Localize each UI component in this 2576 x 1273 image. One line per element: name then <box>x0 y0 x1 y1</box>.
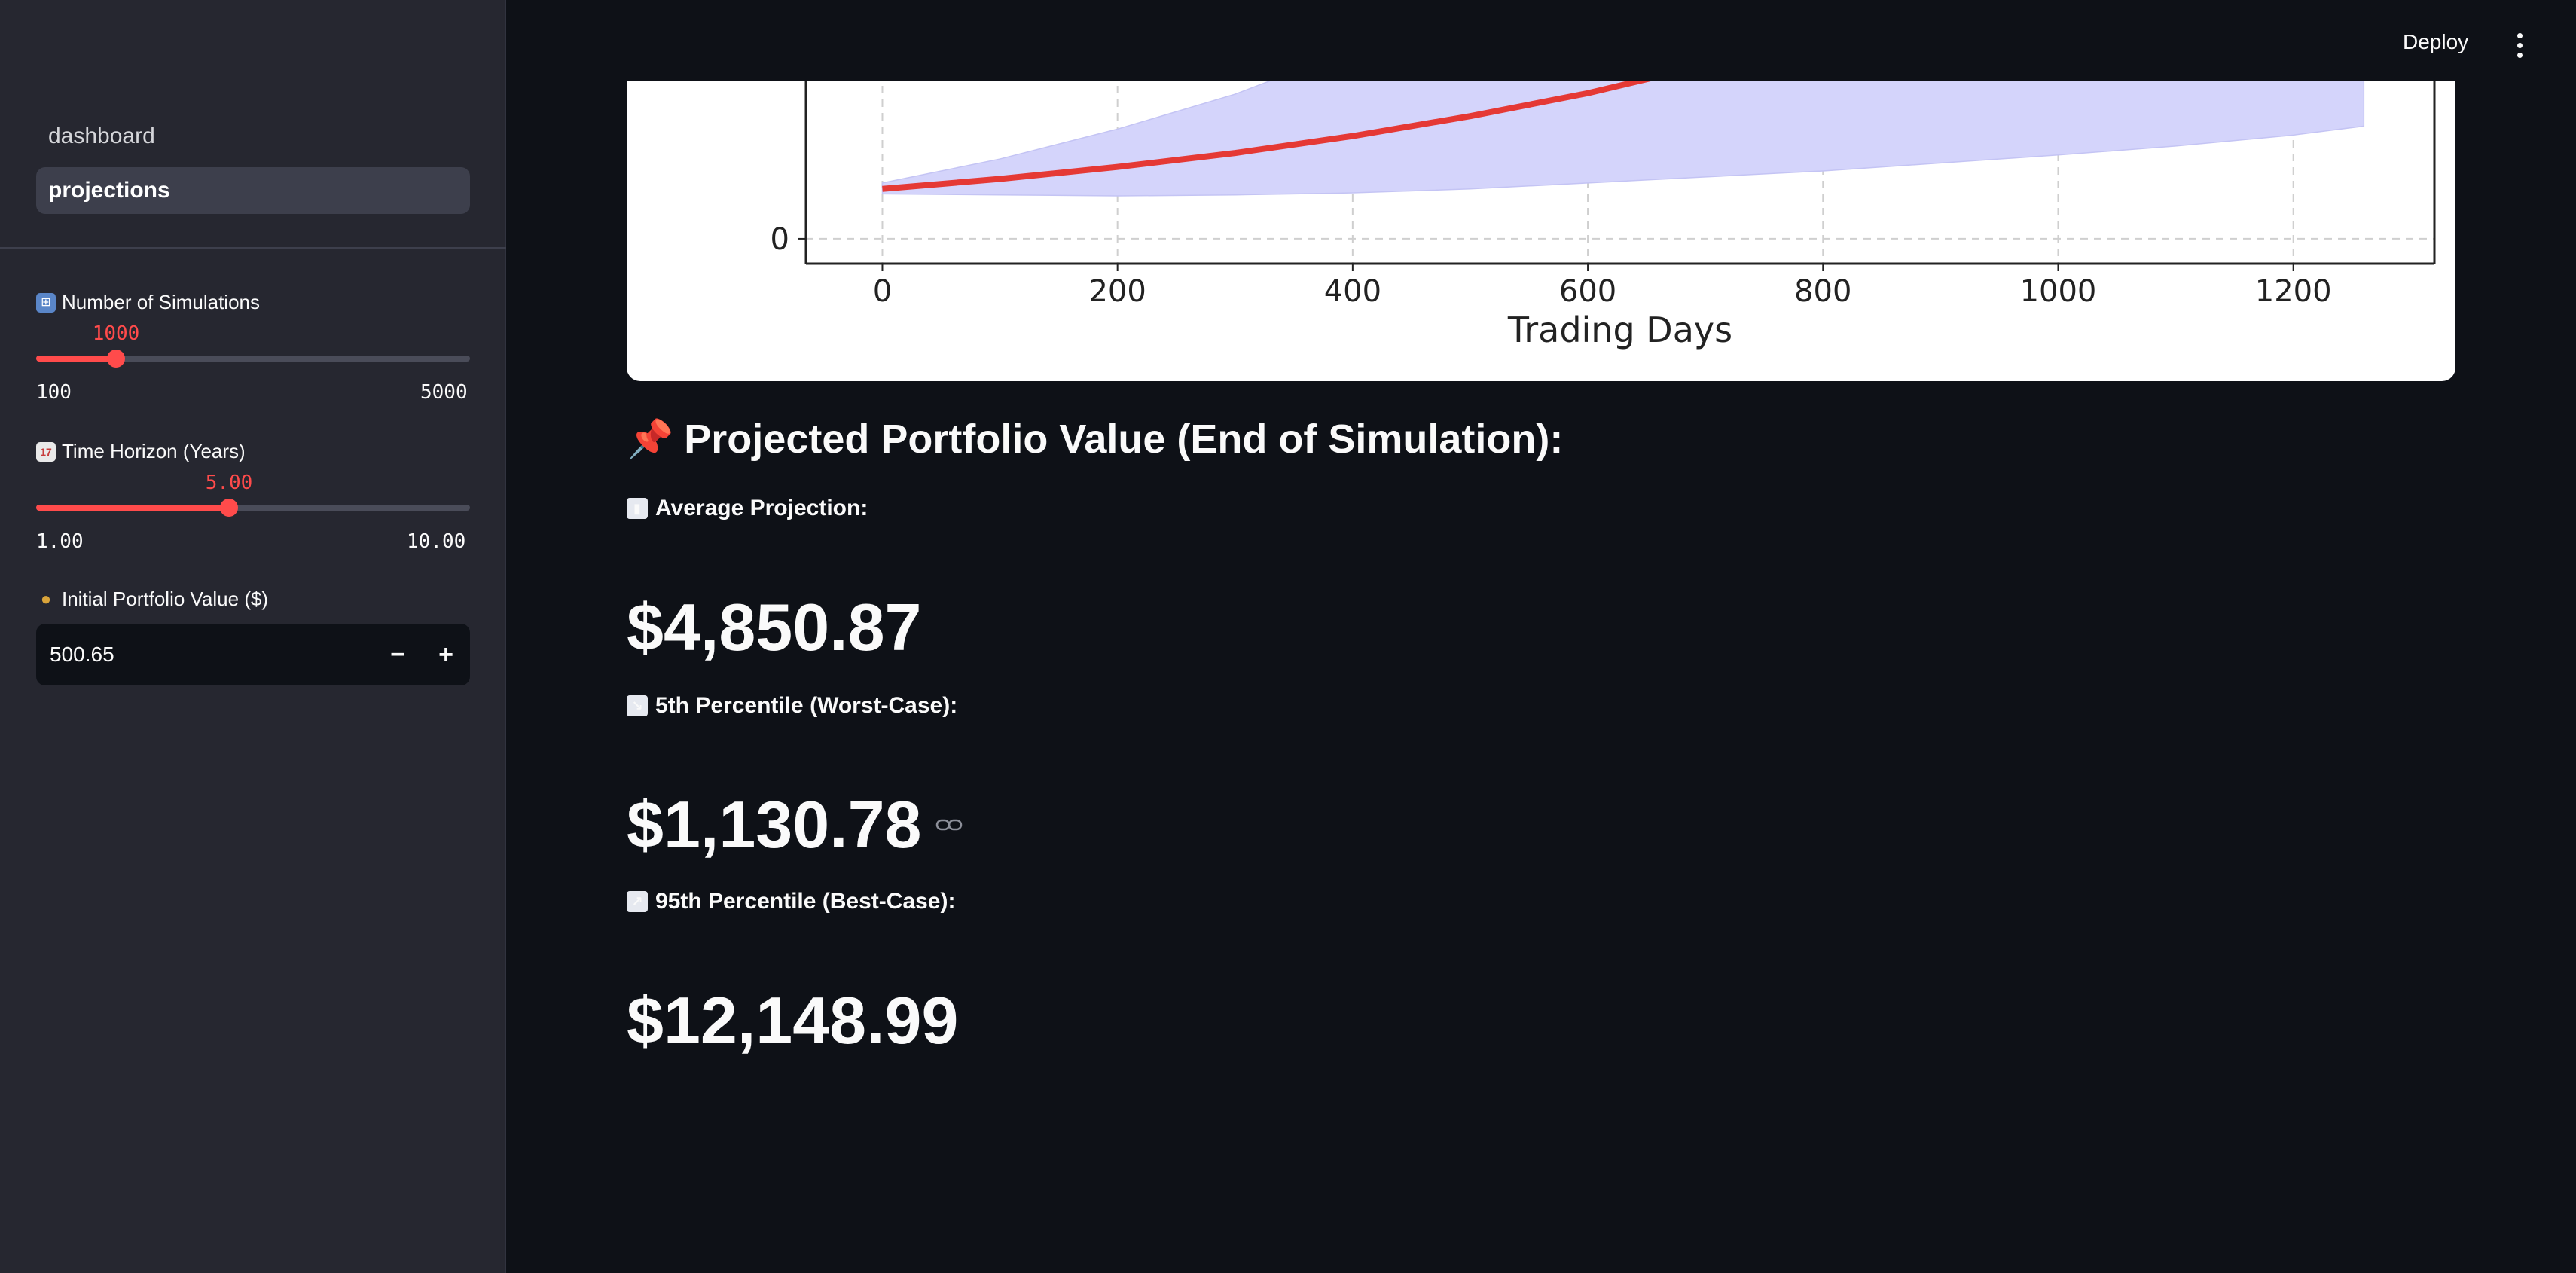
metric-value-text: $12,148.99 <box>627 983 959 1058</box>
metric-label-best: ↗ 95th Percentile (Best-Case): <box>627 889 955 914</box>
nav-item-projections[interactable]: projections <box>36 167 470 214</box>
simulations-slider[interactable] <box>36 350 470 368</box>
simulations-slider-value: 1000 <box>92 322 140 345</box>
chart-increasing-icon: ↗ <box>627 891 648 912</box>
nav-item-dashboard[interactable]: dashboard <box>36 113 470 160</box>
sidebar: dashboard projections ⊞ Number of Simula… <box>0 0 506 1273</box>
simulations-min: 100 <box>36 381 72 404</box>
increment-button[interactable]: + <box>422 624 470 685</box>
x-tick-label: 800 <box>1794 274 1851 309</box>
deploy-button[interactable]: Deploy <box>2403 30 2468 54</box>
decrement-button[interactable]: − <box>374 624 422 685</box>
chart-card: 02004006008001000120002000Trading Days <box>627 45 2455 381</box>
metric-label-worst: ↘ 5th Percentile (Worst-Case): <box>627 693 957 719</box>
kebab-menu-icon[interactable] <box>2508 30 2531 60</box>
metric-label-average: ▮ Average Projection: <box>627 496 868 521</box>
x-tick-label: 1000 <box>2020 274 2097 309</box>
horizon-slider-value: 5.00 <box>205 472 253 494</box>
initial-value-field[interactable]: 500.65 <box>36 643 374 667</box>
calendar-icon: 17 <box>36 441 56 462</box>
metric-label-text: 95th Percentile (Best-Case): <box>655 889 956 914</box>
simulations-label: ⊞ Number of Simulations <box>36 291 260 314</box>
y-tick-label: 0 <box>771 222 789 257</box>
x-tick-label: 1200 <box>2255 274 2332 309</box>
x-tick-label: 0 <box>873 274 892 309</box>
metric-label-text: 5th Percentile (Worst-Case): <box>655 693 958 718</box>
link-icon[interactable] <box>935 817 963 832</box>
money-bag-icon: ● <box>40 588 52 609</box>
projection-chart: 02004006008001000120002000Trading Days <box>713 45 2436 350</box>
horizon-slider[interactable] <box>36 499 470 517</box>
chart-decreasing-icon: ↘ <box>627 695 648 716</box>
abacus-numbers-icon: ⊞ <box>36 292 56 313</box>
simulations-max: 5000 <box>420 381 468 404</box>
horizon-label: 17 Time Horizon (Years) <box>36 440 246 463</box>
metric-value-worst: $1,130.78 <box>627 786 963 863</box>
initial-value-input[interactable]: 500.65 − + <box>36 624 470 685</box>
initial-value-label: ● Initial Portfolio Value ($) <box>36 588 268 611</box>
simulations-label-text: Number of Simulations <box>62 291 260 313</box>
metric-value-best: $12,148.99 <box>627 982 958 1059</box>
x-tick-label: 600 <box>1559 274 1616 309</box>
section-title-text: Projected Portfolio Value (End of Simula… <box>684 417 1564 462</box>
sidebar-nav: dashboard projections <box>36 113 470 221</box>
metric-value-average: $4,850.87 <box>627 589 922 666</box>
metric-value-text: $4,850.87 <box>627 590 922 664</box>
simulations-slider-fill <box>36 356 116 362</box>
horizon-max: 10.00 <box>407 530 466 553</box>
pushpin-icon: 📌 <box>627 417 674 460</box>
section-title: 📌 Projected Portfolio Value (End of Simu… <box>627 416 1563 462</box>
horizon-slider-thumb[interactable] <box>220 499 238 517</box>
metric-value-text: $1,130.78 <box>627 787 922 862</box>
app-header <box>506 0 2576 81</box>
nav-item-label: projections <box>48 178 170 203</box>
x-axis-label: Trading Days <box>1507 310 1732 350</box>
bar-chart-icon: ▮ <box>627 498 648 519</box>
horizon-label-text: Time Horizon (Years) <box>62 440 246 462</box>
horizon-slider-fill <box>36 505 229 511</box>
x-tick-label: 400 <box>1324 274 1381 309</box>
simulations-slider-thumb[interactable] <box>107 350 125 368</box>
x-tick-label: 200 <box>1088 274 1146 309</box>
horizon-min: 1.00 <box>36 530 84 553</box>
sidebar-divider <box>0 247 506 249</box>
initial-value-label-text: Initial Portfolio Value ($) <box>62 588 269 610</box>
nav-item-label: dashboard <box>48 124 155 148</box>
metric-label-text: Average Projection: <box>655 496 868 520</box>
